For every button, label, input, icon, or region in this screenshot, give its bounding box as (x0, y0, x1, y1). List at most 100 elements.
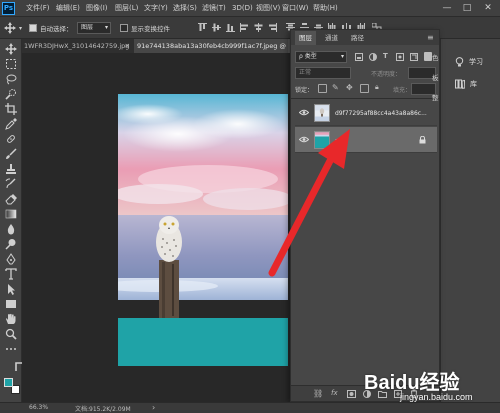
filter-smart-object-icon[interactable] (410, 53, 418, 63)
menu-file[interactable]: 文件(F) (26, 3, 50, 14)
filter-type-icon[interactable]: T (383, 52, 388, 60)
add-mask-icon[interactable] (347, 390, 356, 400)
move-tool-icon[interactable] (4, 22, 16, 36)
menu-help[interactable]: 帮助(H) (313, 3, 338, 14)
show-transform-label: 显示变换控件 (131, 25, 170, 33)
menu-select[interactable]: 选择(S) (173, 3, 197, 14)
align-right-icon[interactable] (268, 23, 277, 34)
bulb-icon (455, 57, 464, 67)
panel-menu-icon[interactable]: ≡ (427, 33, 434, 42)
close-button[interactable]: ✕ (481, 2, 495, 15)
annotation-arrow (268, 129, 350, 277)
auto-select-label: 自动选择： (40, 25, 73, 33)
align-top-icon[interactable] (198, 23, 207, 34)
layers-divider (291, 98, 439, 99)
tab-channels[interactable]: 通道 (321, 31, 342, 45)
menu-window[interactable]: 窗口(W) (282, 3, 308, 14)
layer-thumbnail-owl (314, 104, 330, 122)
canvas-work-area[interactable] (22, 53, 290, 402)
tab-label: 91e744138aba13a30feb4cb999f1ac7f.jpeg @ (137, 42, 286, 50)
move-tool-icon[interactable] (5, 43, 17, 55)
layer-filter-dropdown[interactable]: ρ 类型 ▾ (295, 51, 347, 63)
lock-position-icon[interactable]: ✥ (346, 83, 353, 92)
type-tool-icon[interactable] (5, 268, 17, 280)
swap-colors-icon[interactable] (14, 361, 24, 371)
quick-select-tool-icon[interactable] (5, 88, 17, 100)
tab-layers[interactable]: 图层 (295, 31, 316, 45)
watermark-brand: Baidu经验 (364, 372, 460, 394)
align-hcenter-icon[interactable] (254, 23, 263, 34)
dock-learn[interactable]: 学习 (455, 57, 483, 67)
layer-row[interactable]: d9f77295af88cc4a43a8a86c... (295, 100, 437, 126)
canvas-teal-layer (118, 318, 288, 366)
blend-mode-dropdown[interactable]: 正常 (295, 67, 351, 79)
path-selection-tool-icon[interactable] (5, 283, 17, 295)
auto-select-checkbox[interactable] (29, 24, 37, 32)
pen-tool-icon[interactable] (5, 253, 17, 265)
zoom-tool-icon[interactable] (5, 328, 17, 340)
opacity-label: 不透明度： (371, 71, 402, 78)
eyedropper-tool-icon[interactable] (5, 118, 17, 130)
lock-label: 锁定： (295, 87, 314, 94)
watermark-url: jingyan.baidu.com (400, 392, 473, 402)
menu-layer[interactable]: 图层(L) (115, 3, 138, 14)
tool-preset-arrow-icon[interactable]: ▾ (19, 25, 22, 32)
align-vcenter-icon[interactable] (212, 23, 221, 34)
menu-3d[interactable]: 3D(D) (232, 3, 253, 14)
minimize-button[interactable]: — (440, 2, 454, 15)
dodge-tool-icon[interactable] (5, 238, 17, 250)
filter-toggle-icon[interactable] (424, 52, 432, 61)
show-transform-checkbox[interactable] (120, 24, 128, 32)
filter-pixel-icon[interactable] (355, 53, 363, 63)
menu-view[interactable]: 视图(V) (256, 3, 280, 14)
lock-all-icon[interactable]: 🔒︎ (375, 83, 379, 92)
foreground-color-swatch[interactable] (4, 378, 13, 387)
menu-edit[interactable]: 编辑(E) (56, 3, 80, 14)
baidu-watermark: Baidu经验 jingyan.baidu.com (364, 362, 496, 410)
dock-color-partial: 色 (432, 54, 439, 62)
tab-label: 1WFR3DJHwX_31014642759.jpg (24, 42, 130, 50)
zoom-level[interactable]: 66.3% (29, 404, 48, 411)
tab-paths[interactable]: 路径 (347, 31, 368, 45)
document-tab-bar: 1WFR3DJHwX_31014642759.jpg ✕ 91e744138ab… (22, 39, 288, 53)
crop-tool-icon[interactable] (5, 103, 17, 115)
close-tab-icon[interactable]: ✕ (125, 39, 130, 53)
lock-transparent-icon[interactable] (318, 84, 327, 93)
blur-tool-icon[interactable] (5, 223, 17, 235)
history-brush-tool-icon[interactable] (5, 178, 17, 190)
rectangle-tool-icon[interactable] (5, 298, 17, 310)
dock-adjust-partial: 整 (432, 94, 439, 102)
marquee-tool-icon[interactable] (5, 58, 17, 70)
align-left-icon[interactable] (240, 23, 249, 34)
brush-tool-icon[interactable] (5, 148, 17, 160)
align-bottom-icon[interactable] (226, 23, 235, 34)
dock-swatches-partial: 板 (432, 74, 439, 82)
auto-select-dropdown[interactable]: 图层 ▾ (77, 22, 111, 34)
hand-tool-icon[interactable] (5, 313, 17, 325)
gradient-tool-icon[interactable] (5, 208, 17, 220)
maximize-button[interactable]: □ (460, 2, 474, 15)
blend-mode-value: 正常 (299, 69, 312, 76)
dock-library-label: 库 (470, 80, 477, 88)
tab-document-2[interactable]: 91e744138aba13a30feb4cb999f1ac7f.jpeg @ (134, 39, 288, 53)
more-tools-icon[interactable] (5, 343, 17, 355)
lock-artboard-icon[interactable] (360, 84, 369, 93)
lock-image-icon[interactable]: ✎ (332, 83, 339, 92)
menu-image[interactable]: 图像(I) (86, 3, 108, 14)
dock-learn-label: 学习 (469, 58, 483, 66)
status-menu-arrow[interactable]: › (152, 403, 155, 412)
clone-stamp-tool-icon[interactable] (5, 163, 17, 175)
healing-brush-tool-icon[interactable] (5, 133, 17, 145)
filter-shape-icon[interactable] (396, 53, 404, 63)
lasso-tool-icon[interactable] (5, 73, 17, 85)
filter-adjustment-icon[interactable] (369, 53, 377, 63)
link-layers-icon[interactable]: ⛓ (313, 389, 323, 398)
menu-type[interactable]: 文字(Y) (144, 3, 168, 14)
layer-style-icon[interactable]: fx (331, 389, 338, 397)
eye-icon[interactable] (299, 109, 309, 116)
tab-document-1[interactable]: 1WFR3DJHwX_31014642759.jpg ✕ (22, 39, 133, 53)
menu-filter[interactable]: 滤镜(T) (202, 3, 226, 14)
dock-library[interactable]: 库 (455, 79, 477, 89)
eraser-tool-icon[interactable] (5, 193, 17, 205)
panel-dock: 学习 库 (440, 39, 500, 402)
